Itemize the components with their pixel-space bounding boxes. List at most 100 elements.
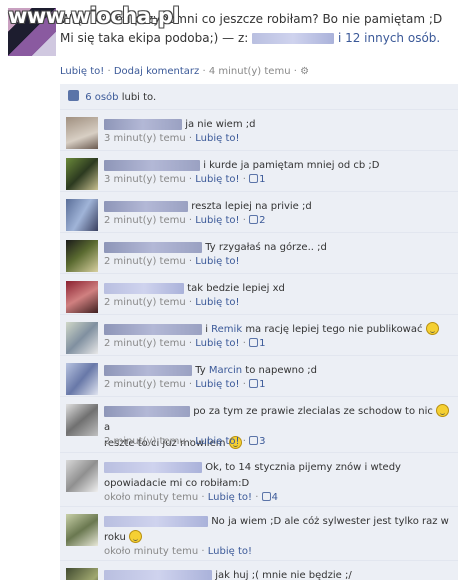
commenter-name[interactable] [104,323,202,335]
audience-icon[interactable]: ⚙ [300,66,309,77]
separator: · [188,174,193,185]
comment-body: Ok, to 14 stycznia pijemy znów i wtedy o… [104,460,450,492]
comment-like-link[interactable]: Lubię to! [195,297,239,308]
separator: · [293,66,297,77]
separator: · [188,256,193,267]
comment-like-link[interactable]: Lubię to! [195,379,239,390]
commenter-name[interactable] [104,461,202,473]
commenter-name[interactable] [104,569,212,580]
comment-body: tak bedzie lepiej xd [104,281,450,297]
comment-like-link[interactable]: Lubię to! [208,492,252,503]
add-comment-link[interactable]: Dodaj komentarz [114,66,199,77]
comment-text: tak bedzie lepiej xd [187,283,285,294]
thumbs-up-icon [249,174,259,183]
comment: Ok, to 14 stycznia pijemy znów i wtedy o… [60,453,458,507]
comment: No ja wiem ;D ale cóż sylwester jest tyl… [60,507,458,561]
comment-timestamp[interactable]: 2 minut(y) temu [104,379,186,390]
comment-timestamp[interactable]: 3 minut(y) temu [104,133,186,144]
comment-timestamp[interactable]: 3 minut(y) temu [104,174,186,185]
separator: · [242,338,246,349]
comment-text-prefix: Ty [195,365,206,376]
comment-like-link[interactable]: Lubię to! [208,546,252,557]
comment-likes-count[interactable]: 1 [249,338,265,349]
comment-meta: 2 minut(y) temu · Lubię to! · 1 [104,338,265,349]
commenter-name[interactable] [104,515,208,527]
commenter-avatar[interactable] [66,568,98,580]
comment-body: i kurde ja pamiętam mniej od cb ;D [104,158,450,174]
feedback-section: 6 osób lubi to. ja nie wiem ;d 3 minut(y… [60,84,458,580]
mention-link[interactable]: Marcin [209,365,242,376]
comment-text-line-2: roku [104,532,126,543]
comment-body: reszta lepiej na privie ;d [104,199,450,215]
comment-timestamp[interactable]: 2 minut(y) temu [104,297,186,308]
commenter-name[interactable] [104,405,190,417]
comment-like-link[interactable]: Lubię to! [195,174,239,185]
comment-timestamp[interactable]: około minuty temu [104,546,198,557]
commenter-avatar[interactable] [66,460,98,492]
commenter-avatar[interactable] [66,322,98,354]
comment-body: ja nie wiem ;d [104,117,450,133]
commenter-avatar[interactable] [66,240,98,272]
comment-likes-count[interactable]: 1 [249,379,265,390]
watermark-logo: www.wiocha.pl [8,4,180,28]
commenter-name[interactable] [104,200,188,212]
separator: · [188,133,193,144]
comment-meta: 3 minut(y) temu · Lubię to! [104,133,240,144]
commenter-avatar[interactable] [66,281,98,313]
commenter-avatar[interactable] [66,117,98,149]
separator: · [255,492,259,503]
comment-likes-count[interactable]: 1 [249,174,265,185]
comment-meta: 2 minut(y) temu · Lubię to! · 3 [104,436,265,447]
separator: · [242,174,246,185]
commenter-name[interactable] [104,282,184,294]
commenter-avatar[interactable] [66,404,98,436]
post-line-2: Mi się taka ekipa podoba;) — z: [60,31,249,45]
commenter-avatar[interactable] [66,363,98,395]
commenter-avatar[interactable] [66,199,98,231]
comment-body: No ja wiem ;D ale cóż sylwester jest tyl… [104,514,450,546]
commenter-name[interactable] [104,159,200,171]
comment-timestamp[interactable]: 2 minut(y) temu [104,215,186,226]
smiley-emoticon-icon [436,404,450,417]
comment-timestamp[interactable]: 2 minut(y) temu [104,436,186,447]
comment-likes-count[interactable]: 4 [261,492,278,503]
comment-text: jak huj ;( mnie nie będzie ;/ [215,570,352,580]
commenter-avatar[interactable] [66,158,98,190]
likes-count-link[interactable]: 6 osób [85,92,118,103]
mention-link[interactable]: Remik [211,324,242,335]
comment-like-link[interactable]: Lubię to! [195,436,239,447]
thumbs-up-icon [249,379,259,388]
like-post-link[interactable]: Lubię to! [60,66,104,77]
commenter-name[interactable] [104,364,192,376]
tagged-friend-blur[interactable] [252,33,335,44]
commenter-name[interactable] [104,118,182,130]
thumbs-up-icon [261,492,271,501]
separator: · [242,436,246,447]
post-timestamp[interactable]: 4 minut(y) temu [209,66,291,77]
comment: i Remik ma rację lepiej tego nie publiko… [60,315,458,356]
comment-timestamp[interactable]: 2 minut(y) temu [104,256,186,267]
comment-text: to napewno ;d [245,365,318,376]
comment-likes-count[interactable]: 2 [249,215,265,226]
comment-text: ja nie wiem ;d [185,119,256,130]
comment-like-link[interactable]: Lubię to! [195,338,239,349]
commenter-avatar[interactable] [66,514,98,546]
separator: · [201,546,205,557]
separator: · [188,297,193,308]
comment-likes-count[interactable]: 3 [249,436,265,447]
tagged-others-link[interactable]: i 12 innych osób. [338,31,440,45]
comment-like-link[interactable]: Lubię to! [195,215,239,226]
comment: Ty rzygałaś na górze.. ;d 2 minut(y) tem… [60,233,458,274]
comment-text-suffix: a [104,422,111,433]
comment-text: reszta lepiej na privie ;d [191,201,312,212]
separator: · [242,379,246,390]
comment-timestamp[interactable]: 2 minut(y) temu [104,338,186,349]
comment-text: No ja wiem ;D ale cóż sylwester jest tyl… [211,516,449,527]
comment-like-link[interactable]: Lubię to! [195,256,239,267]
separator: · [188,436,193,447]
comment-meta: 2 minut(y) temu · Lubię to! · 1 [104,379,265,390]
commenter-name[interactable] [104,241,202,253]
likes-summary: 6 osób lubi to. [60,84,458,110]
comment-timestamp[interactable]: około minuty temu [104,492,198,503]
comment-like-link[interactable]: Lubię to! [195,133,239,144]
